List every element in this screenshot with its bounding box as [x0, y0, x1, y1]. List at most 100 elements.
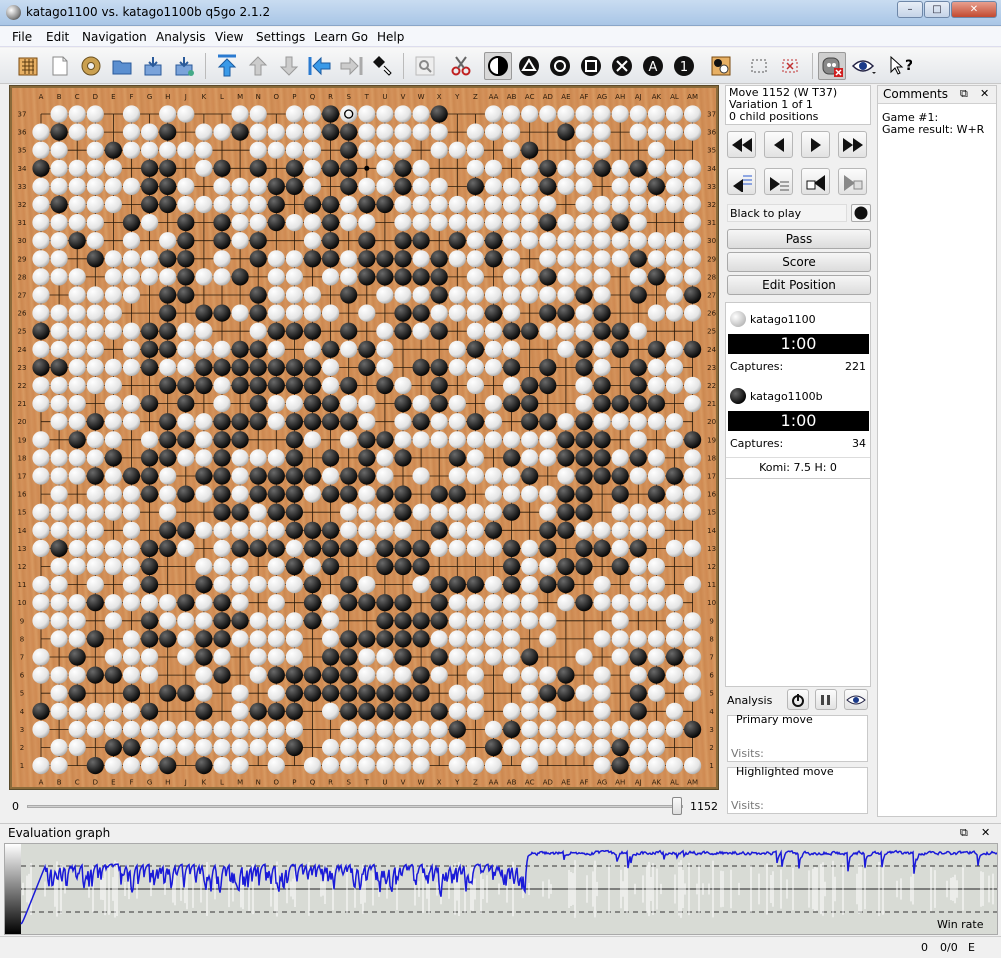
black-stone — [141, 322, 159, 340]
score-button[interactable]: Score — [727, 252, 871, 272]
donut-icon[interactable] — [77, 52, 105, 80]
analysis-pause-button[interactable] — [815, 689, 837, 710]
go-board[interactable]: AABBCCDDEEFFGGHHJJKKLLMMNNOOPPQQRRSSTTUU… — [12, 88, 716, 787]
save-icon[interactable] — [139, 52, 167, 80]
eval-close-icon[interactable]: ✕ — [981, 826, 990, 839]
menu-edit[interactable]: Edit — [46, 30, 69, 44]
slider-track[interactable] — [27, 805, 683, 808]
letter-mark-icon[interactable]: A — [639, 52, 667, 80]
next-move-button[interactable] — [801, 131, 830, 158]
number-mark-icon[interactable]: 1 — [670, 52, 698, 80]
prev-move-button[interactable] — [764, 131, 793, 158]
black-stone — [249, 250, 267, 268]
menu-analysis[interactable]: Analysis — [156, 30, 205, 44]
black-stone — [50, 358, 68, 376]
select-rect-icon[interactable] — [745, 52, 773, 80]
white-stone — [521, 431, 539, 449]
white-stone — [521, 738, 539, 757]
circle-mark-icon[interactable] — [546, 52, 574, 80]
pass-button[interactable]: Pass — [727, 229, 871, 249]
black-stone — [629, 159, 647, 177]
white-stone — [575, 105, 593, 123]
open-folder-icon[interactable] — [108, 52, 136, 80]
white-stone — [539, 105, 557, 123]
slider-handle[interactable] — [672, 797, 682, 815]
menu-help[interactable]: Help — [377, 30, 404, 44]
minimize-button[interactable]: – — [897, 1, 923, 18]
white-stone — [249, 666, 267, 684]
maximize-button[interactable]: □ — [924, 1, 950, 18]
back-icon[interactable] — [306, 52, 334, 80]
analysis-eye-button[interactable] — [844, 689, 868, 710]
first-move-button[interactable] — [727, 131, 756, 158]
black-stone — [303, 413, 322, 431]
close-icon[interactable]: ✕ — [980, 87, 989, 100]
black-stone — [503, 557, 521, 576]
white-stone — [358, 576, 376, 594]
col-label-top: H — [165, 93, 170, 101]
eye-icon[interactable] — [850, 52, 878, 80]
eval-graph-canvas[interactable] — [5, 844, 998, 934]
menu-view[interactable]: View — [215, 30, 243, 44]
white-stone — [430, 413, 448, 431]
white-stone — [213, 340, 231, 358]
board-canvas[interactable]: AABBCCDDEEFFGGHHJJKKLLMMNNOOPPQQRRSSTTUU… — [12, 88, 716, 787]
cross-mark-icon[interactable] — [608, 52, 636, 80]
white-stone — [503, 594, 521, 612]
last-move-button[interactable] — [838, 131, 867, 158]
menu-learn-go[interactable]: Learn Go — [314, 30, 368, 44]
white-stone — [448, 141, 466, 159]
next-branch-button[interactable] — [838, 168, 867, 195]
white-stone — [177, 322, 195, 340]
white-stone — [448, 648, 466, 666]
analysis-power-button[interactable] — [787, 689, 809, 710]
zoom-icon[interactable] — [411, 52, 439, 80]
clear-marks-icon[interactable] — [776, 52, 804, 80]
triangle-mark-icon[interactable] — [515, 52, 543, 80]
forward-icon[interactable] — [337, 52, 365, 80]
white-stone — [213, 557, 231, 576]
white-stone — [267, 648, 285, 666]
white-stone — [141, 594, 159, 612]
color-toggle-icon[interactable] — [484, 52, 512, 80]
float-icon[interactable]: ⧉ — [960, 87, 968, 101]
menu-navigation[interactable]: Navigation — [82, 30, 147, 44]
square-mark-icon[interactable] — [577, 52, 605, 80]
row-label-left: 17 — [18, 473, 27, 481]
white-stone — [141, 123, 159, 141]
white-stone — [430, 666, 448, 684]
next-comment-button[interactable] — [764, 168, 793, 195]
white-stone — [539, 738, 557, 757]
new-board-icon[interactable] — [14, 52, 42, 80]
menu-file[interactable]: File — [12, 30, 32, 44]
engine-icon[interactable] — [818, 52, 846, 80]
prev-comment-button[interactable] — [727, 168, 756, 195]
cut-icon[interactable] — [447, 52, 475, 80]
white-stone — [340, 503, 358, 521]
menu-settings[interactable]: Settings — [256, 30, 305, 44]
edit-position-button[interactable]: Edit Position — [727, 275, 871, 295]
evaluation-graph[interactable]: Win rate — [4, 843, 998, 935]
black-stone — [322, 539, 340, 557]
whats-this-icon[interactable]: ? — [886, 52, 914, 80]
pointer-icon[interactable] — [368, 52, 396, 80]
save-as-icon[interactable] — [170, 52, 198, 80]
close-button[interactable]: ✕ — [951, 1, 997, 18]
white-stone — [285, 720, 303, 739]
black-stone — [412, 612, 430, 630]
row-label-left: 29 — [18, 255, 27, 263]
black-stone — [159, 449, 177, 467]
next-variation-icon[interactable] — [275, 52, 303, 80]
black-stone — [213, 358, 231, 376]
white-stone — [376, 521, 394, 539]
new-game-icon[interactable] — [46, 52, 74, 80]
white-stone — [86, 123, 104, 141]
white-stone — [593, 720, 611, 739]
first-move-icon[interactable] — [213, 52, 241, 80]
prev-branch-button[interactable] — [801, 168, 830, 195]
white-stone — [484, 485, 503, 503]
edit-stones-icon[interactable] — [707, 52, 735, 80]
prev-variation-icon[interactable] — [244, 52, 272, 80]
eval-float-icon[interactable]: ⧉ — [960, 826, 968, 840]
white-stone — [448, 286, 466, 304]
